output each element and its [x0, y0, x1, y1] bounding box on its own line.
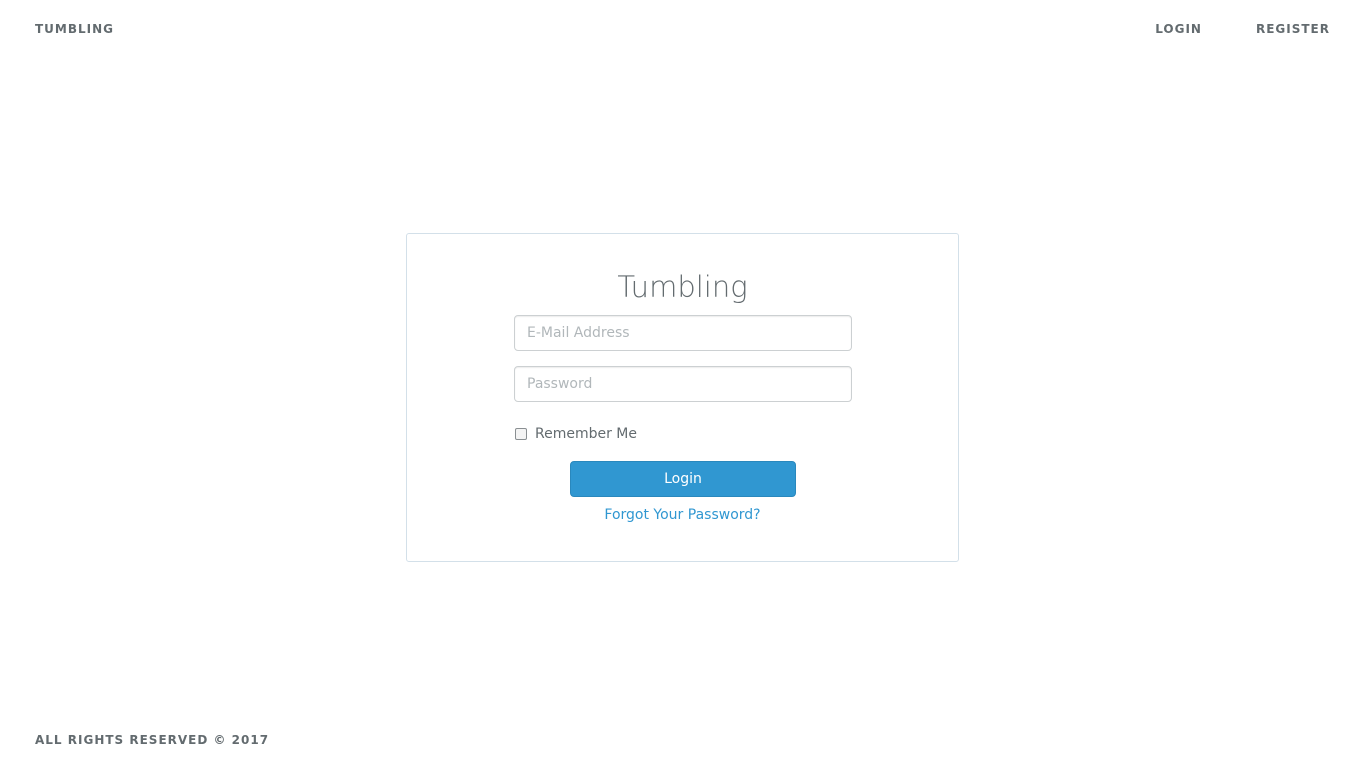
login-card-title: Tumbling — [617, 270, 748, 304]
page: TUMBLING LOGIN REGISTER Tumbling Remembe… — [0, 0, 1349, 768]
remember-me-label: Remember Me — [535, 426, 637, 442]
email-input[interactable] — [514, 315, 852, 351]
forgot-password-link[interactable]: Forgot Your Password? — [407, 507, 958, 523]
brand-link[interactable]: TUMBLING — [35, 22, 114, 36]
footer-copyright: ALL RIGHTS RESERVED © 2017 — [35, 733, 270, 747]
remember-me-row[interactable]: Remember Me — [514, 426, 637, 442]
login-button[interactable]: Login — [570, 461, 796, 497]
login-card: Tumbling Remember Me Login Forgot Your P… — [406, 233, 959, 562]
remember-me-checkbox[interactable] — [515, 428, 527, 440]
top-nav: LOGIN REGISTER — [1101, 22, 1330, 36]
nav-login-link[interactable]: LOGIN — [1155, 22, 1202, 36]
password-input[interactable] — [514, 366, 852, 402]
nav-register-link[interactable]: REGISTER — [1256, 22, 1330, 36]
